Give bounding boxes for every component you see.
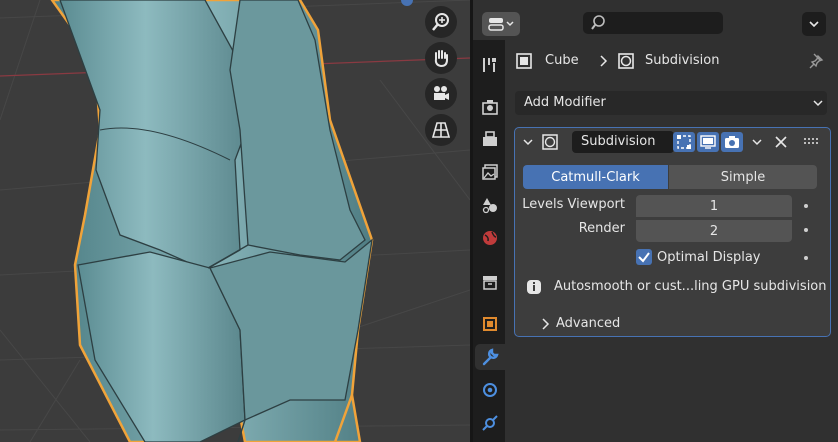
scene-render [0,0,470,442]
keyframe-dot[interactable] [804,204,808,208]
levels-viewport-field[interactable]: 1 [636,195,792,217]
monitor-icon [700,135,716,149]
drag-handle-icon[interactable] [803,137,821,147]
editor-type-selector[interactable] [482,12,520,36]
keyframe-dot[interactable] [804,228,808,232]
chevron-down-icon [809,21,819,28]
tab-modifiers[interactable] [475,344,505,370]
modifier-name: Subdivision [581,134,656,149]
tab-output[interactable] [477,126,503,152]
levels-viewport-value: 1 [709,198,719,214]
advanced-subpanel-header[interactable]: Advanced [556,316,620,331]
tab-physics[interactable] [477,410,503,436]
subdivision-modifier-icon [618,53,634,69]
view-layer-icon [482,164,498,180]
collapse-chevron-icon[interactable] [521,135,535,149]
collection-icon [483,276,497,290]
render-toggle[interactable] [721,132,743,152]
keyframe-dot[interactable] [804,256,808,260]
properties-header [473,0,838,40]
catmull-clark-option[interactable]: Catmull-Clark [523,165,668,189]
simple-option[interactable]: Simple [669,165,817,189]
physics-icon [482,415,498,431]
wrench-icon [482,348,499,366]
camera-icon [725,136,739,148]
particles-icon [483,383,497,397]
tool-icon [483,58,496,72]
zoom-icon[interactable] [425,6,457,38]
subdivision-modifier-panel: Subdivision Catmull-Clark Simple Levels … [514,127,831,337]
properties-editor: Cube Subdivision Add Modifier Subdivisio… [473,0,838,442]
subdivision-modifier-icon [542,134,558,150]
tab-view-layer[interactable] [477,159,503,185]
tab-tool[interactable] [477,52,503,78]
world-icon [483,231,497,245]
edit-mode-icon [677,135,691,149]
render-icon [482,100,498,115]
chevron-down-icon [813,100,823,107]
add-modifier-label: Add Modifier [524,95,606,110]
tab-object[interactable] [477,311,503,337]
header-dropdown[interactable] [802,12,826,36]
checkmark-icon [638,252,650,263]
chevron-down-icon[interactable] [749,134,765,150]
breadcrumb-modifier: Subdivision [645,53,720,68]
search-icon [591,15,605,30]
tab-collection[interactable] [477,269,503,295]
object-icon [483,317,497,331]
output-icon [483,131,497,146]
camera-view-icon[interactable] [425,78,457,110]
render-levels-label: Render [578,221,625,236]
add-modifier-dropdown[interactable]: Add Modifier [515,91,827,115]
3d-viewport[interactable] [0,0,470,442]
levels-viewport-label: Levels Viewport [522,197,625,212]
perspective-grid-icon[interactable] [425,114,457,146]
optimal-display-label: Optimal Display [657,250,761,265]
properties-tabs [473,40,505,442]
chevron-right-icon [600,55,608,67]
info-message: Autosmooth or cust...ling GPU subdivisio… [554,279,827,294]
edit-mode-toggle[interactable] [673,132,695,152]
pan-hand-icon[interactable] [425,42,457,74]
simple-label: Simple [720,169,766,185]
editor-type-icon [488,18,514,31]
tab-scene[interactable] [477,192,503,218]
tab-world[interactable] [477,225,503,251]
render-levels-value: 2 [709,223,719,239]
object-data-icon [516,53,532,69]
tab-render[interactable] [477,94,503,120]
close-icon[interactable] [773,134,789,150]
catmull-clark-label: Catmull-Clark [551,169,640,185]
optimal-display-checkbox[interactable] [636,249,652,265]
modifier-properties: Cube Subdivision Add Modifier Subdivisio… [505,40,838,442]
chevron-right-icon[interactable] [540,317,552,331]
render-levels-field[interactable]: 2 [636,219,792,242]
viewport-display-toggle[interactable] [697,132,719,152]
modifier-name-input[interactable]: Subdivision [572,131,674,153]
tab-particles[interactable] [477,377,503,403]
info-icon [527,280,541,294]
scene-icon [482,198,497,214]
breadcrumb-object: Cube [545,53,579,68]
search-input[interactable] [583,12,723,34]
pin-icon[interactable] [808,52,826,70]
